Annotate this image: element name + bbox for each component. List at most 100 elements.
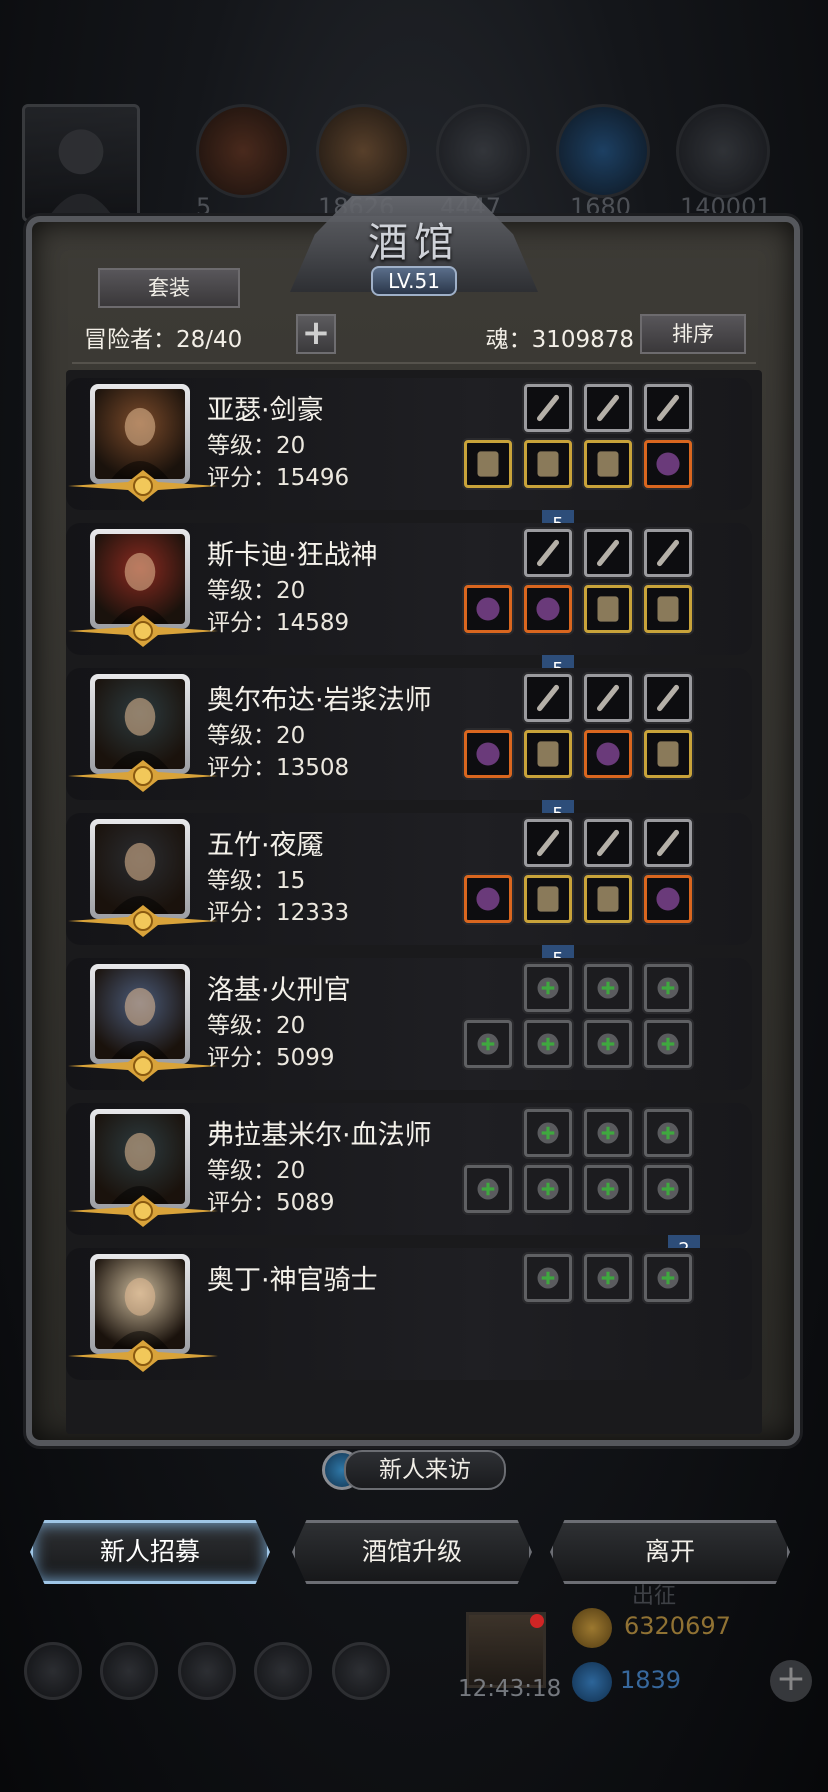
- equipment-slot[interactable]: [584, 1109, 632, 1157]
- equipment-slot[interactable]: [644, 1254, 692, 1302]
- recruit-button[interactable]: 新人招募: [30, 1520, 270, 1584]
- equipment-slot[interactable]: [584, 730, 632, 778]
- equipment-slot[interactable]: [584, 875, 632, 923]
- tavern-title: 酒馆: [368, 220, 460, 266]
- equipment-slot[interactable]: [644, 674, 692, 722]
- hero-name: 亚瑟·剑豪: [207, 395, 324, 426]
- equipment-slot[interactable]: [464, 440, 512, 488]
- crystal-resource-icon: [556, 104, 650, 198]
- upgrade-tavern-button[interactable]: 酒馆升级: [292, 1520, 532, 1584]
- hero-score: 评分：12333: [207, 900, 350, 926]
- equipment-slot[interactable]: [464, 730, 512, 778]
- equipment-slot[interactable]: [584, 1165, 632, 1213]
- equipment-slot[interactable]: [644, 730, 692, 778]
- shield-icon: [100, 1642, 158, 1700]
- tavern-screen: { "background": { "resources": ["5", "18…: [0, 0, 828, 1792]
- rank-emblem-icon: [68, 615, 218, 647]
- equipment-slot[interactable]: [584, 819, 632, 867]
- equipment-slot[interactable]: [464, 1020, 512, 1068]
- hero-card[interactable]: 斯卡迪·狂战神 等级：20 评分：14589: [66, 523, 752, 655]
- equipment-slot[interactable]: [644, 819, 692, 867]
- meat-resource-icon: [196, 104, 290, 198]
- equipment-slot[interactable]: [584, 1020, 632, 1068]
- equipment-slot[interactable]: [644, 1109, 692, 1157]
- equipment-slot[interactable]: [644, 964, 692, 1012]
- equipment-slot[interactable]: [644, 440, 692, 488]
- hero-level: 等级：20: [207, 1158, 306, 1184]
- equipment-slot[interactable]: [524, 819, 572, 867]
- hero-card[interactable]: 亚瑟·剑豪等级：20 评分：15496: [66, 378, 752, 510]
- equipment-slot[interactable]: [464, 585, 512, 633]
- rank-emblem-icon: [68, 1340, 218, 1372]
- equipment-slot[interactable]: [584, 529, 632, 577]
- equipment-slot[interactable]: [524, 964, 572, 1012]
- equipment-slot[interactable]: [584, 440, 632, 488]
- equipment-slot[interactable]: [524, 1020, 572, 1068]
- add-gems-button: +: [770, 1660, 812, 1702]
- bag-icon: [332, 1642, 390, 1700]
- hero-name: 奥尔布达·岩浆法师: [207, 685, 432, 716]
- set-button[interactable]: 套装: [98, 268, 240, 308]
- hero-card[interactable]: 奥尔布达·岩浆法师 等级：20 评分：13508: [66, 668, 752, 800]
- hero-card[interactable]: 洛基·火刑官 等级：20 评分：5099: [66, 958, 752, 1090]
- expedition-label: 出征: [632, 1584, 677, 1609]
- equipment-slot[interactable]: [524, 674, 572, 722]
- hero-score: 评分：13508: [207, 755, 350, 781]
- tower-icon: [178, 1642, 236, 1700]
- equipment-slot[interactable]: [464, 1165, 512, 1213]
- clock: 12:43:18: [458, 1676, 562, 1702]
- gem-icon: [572, 1662, 612, 1702]
- hero-card[interactable]: 弗拉基米尔·血法师 等级：20 评分：5089: [66, 1103, 752, 1235]
- rank-emblem-icon: [68, 1050, 218, 1082]
- wood-resource-icon: [316, 104, 410, 198]
- gem-amount: 1839: [620, 1666, 682, 1694]
- rank-emblem-icon: [68, 470, 218, 502]
- equipment-slot[interactable]: [584, 674, 632, 722]
- rank-emblem-icon: [68, 905, 218, 937]
- tavern-level-badge: LV.51: [371, 266, 457, 296]
- hero-level: 等级：20: [207, 578, 306, 604]
- equipment-slot[interactable]: [584, 384, 632, 432]
- equipment-slot[interactable]: [584, 585, 632, 633]
- equipment-slot[interactable]: [644, 1165, 692, 1213]
- divider: [72, 362, 756, 364]
- hero-name: 奥丁·神官骑士: [207, 1265, 378, 1296]
- equipment-slot[interactable]: [524, 384, 572, 432]
- equipment-slot[interactable]: [644, 529, 692, 577]
- adventurer-count: 冒险者：28/40: [84, 327, 243, 353]
- sort-button[interactable]: 排序: [640, 314, 746, 354]
- hero-name: 斯卡迪·狂战神: [207, 540, 378, 571]
- equipment-slot[interactable]: [584, 964, 632, 1012]
- equipment-slot[interactable]: [584, 1254, 632, 1302]
- equipment-slot[interactable]: [524, 1109, 572, 1157]
- hero-level: 等级：15: [207, 868, 306, 894]
- equipment-slot[interactable]: [524, 1254, 572, 1302]
- equipment-slot[interactable]: [524, 440, 572, 488]
- equipment-slot[interactable]: [524, 585, 572, 633]
- new-visitor-button[interactable]: 新人来访: [344, 1450, 506, 1490]
- equipment-slot[interactable]: [524, 1165, 572, 1213]
- stone-resource-icon: [436, 104, 530, 198]
- notification-dot: [530, 1614, 544, 1628]
- equipment-slot[interactable]: [644, 585, 692, 633]
- equipment-slot[interactable]: [464, 875, 512, 923]
- equipment-slot[interactable]: [644, 875, 692, 923]
- rank-emblem-icon: [68, 760, 218, 792]
- equipment-slot[interactable]: [644, 384, 692, 432]
- hero-list[interactable]: 亚瑟·剑豪等级：20评分：154965斯卡迪·狂战神等级：20评分：145895…: [66, 370, 762, 1434]
- equipment-slot[interactable]: [644, 1020, 692, 1068]
- gold-icon: [572, 1608, 612, 1648]
- equipment-slot[interactable]: [524, 529, 572, 577]
- hero-score: 评分：15496: [207, 465, 350, 491]
- player-avatar: [22, 104, 140, 222]
- hero-card[interactable]: 五竹·夜魇 等级：15 评分：12333: [66, 813, 752, 945]
- hero-level: 等级：20: [207, 433, 306, 459]
- iron-resource-icon: [676, 104, 770, 198]
- hero-card[interactable]: 奥丁·神官骑士: [66, 1248, 752, 1380]
- hero-level: 等级：20: [207, 1013, 306, 1039]
- add-slot-button[interactable]: +: [296, 314, 336, 354]
- equipment-slot[interactable]: [524, 875, 572, 923]
- equipment-slot[interactable]: [524, 730, 572, 778]
- leave-button[interactable]: 离开: [550, 1520, 790, 1584]
- hero-score: 评分：5099: [207, 1045, 335, 1071]
